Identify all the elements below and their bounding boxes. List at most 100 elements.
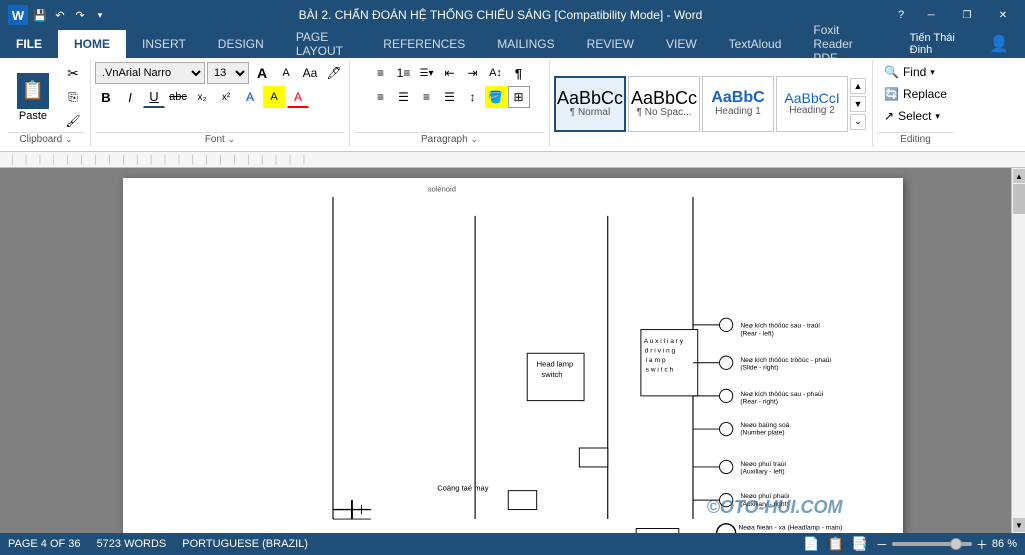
strikethrough-button[interactable]: abc: [167, 86, 189, 108]
tab-insert[interactable]: INSERT: [126, 30, 202, 58]
format-painter-button[interactable]: 🖌: [62, 110, 84, 132]
style-no-spacing[interactable]: AaBbCc ¶ No Spac...: [628, 76, 700, 132]
zoom-out-icon[interactable]: －: [876, 536, 888, 553]
borders-button[interactable]: ⊞: [508, 86, 530, 108]
font-size-select[interactable]: 13: [207, 62, 249, 84]
zoom-in-icon[interactable]: ＋: [976, 536, 988, 553]
copy-button[interactable]: ⎘: [62, 86, 84, 108]
style-heading1[interactable]: AaBbC Heading 1: [702, 76, 774, 132]
justify-button[interactable]: ☰: [439, 86, 461, 108]
svg-text:Coäng taé may: Coäng taé may: [437, 484, 489, 493]
editing-group: 🔍 Find ▾ 🔄 Replace ↗ Select ▾ Editing: [873, 60, 958, 147]
shading-button[interactable]: 🪣: [485, 86, 507, 108]
scroll-down-button[interactable]: ▼: [1013, 518, 1025, 532]
numbering-button[interactable]: 1≡: [393, 62, 415, 84]
styles-expand[interactable]: ⌄: [850, 114, 866, 130]
save-icon[interactable]: 💾: [32, 7, 48, 23]
tab-mailings[interactable]: MAILINGS: [481, 30, 570, 58]
tab-page-layout[interactable]: PAGE LAYOUT: [280, 30, 367, 58]
decrease-indent-button[interactable]: ⇤: [439, 62, 461, 84]
circuit-diagram: solenoid Head lamp switch A u x i l i a …: [123, 178, 903, 533]
user-avatar: 👤: [973, 30, 1025, 58]
restore-button[interactable]: ❐: [953, 6, 981, 24]
text-highlight-button[interactable]: A: [263, 86, 285, 108]
scroll-up-button[interactable]: ▲: [1013, 169, 1025, 183]
style-no-spacing-label: ¶ No Spac...: [637, 107, 692, 118]
tab-foxit[interactable]: Foxit Reader PDF: [797, 30, 893, 58]
view-read-icon[interactable]: 📑: [852, 536, 868, 552]
styles-scroll-up[interactable]: ▲: [850, 78, 866, 94]
grow-font-button[interactable]: A: [251, 62, 273, 84]
align-left-button[interactable]: ≡: [370, 86, 392, 108]
style-heading2[interactable]: AaBbCcI Heading 2: [776, 76, 848, 132]
undo-icon[interactable]: ↶: [52, 7, 68, 23]
tab-file[interactable]: FILE: [0, 30, 58, 58]
svg-text:(Rear - right): (Rear - right): [740, 398, 778, 405]
sort-button[interactable]: A↕: [485, 62, 507, 84]
svg-text:Neø kích thöôùc sau - traùi: Neø kích thöôùc sau - traùi: [740, 323, 820, 330]
svg-text:Neøo phuï traùi: Neøo phuï traùi: [740, 461, 786, 468]
change-case-button[interactable]: Aa: [299, 62, 321, 84]
font-color-button[interactable]: A: [287, 86, 309, 108]
tab-view[interactable]: VIEW: [650, 30, 713, 58]
tab-textaloud[interactable]: TextAloud: [713, 30, 798, 58]
help-icon[interactable]: ?: [893, 7, 909, 23]
show-formatting-button[interactable]: ¶: [508, 62, 530, 84]
find-button[interactable]: 🔍 Find ▾: [877, 62, 942, 82]
language: PORTUGUESE (BRAZIL): [182, 538, 308, 550]
style-heading2-label: Heading 2: [789, 105, 835, 116]
tab-references[interactable]: REFERENCES: [367, 30, 481, 58]
styles-scroll-down[interactable]: ▼: [850, 96, 866, 112]
cut-button[interactable]: ✂: [62, 62, 84, 84]
style-heading2-preview: AaBbCcI: [784, 91, 839, 105]
text-effects-button[interactable]: A: [239, 86, 261, 108]
bullets-button[interactable]: ≡: [370, 62, 392, 84]
clear-format-button[interactable]: 🖊: [323, 62, 345, 84]
minimize-button[interactable]: ─: [917, 6, 945, 24]
customize-icon[interactable]: ▾: [92, 7, 108, 23]
quick-access-toolbar: W 💾 ↶ ↷ ▾: [8, 5, 108, 25]
tab-home[interactable]: HOME: [58, 30, 126, 58]
svg-text:d r i v i n g: d r i v i n g: [644, 347, 675, 354]
zoom-slider[interactable]: [892, 542, 972, 546]
paste-button[interactable]: 📋 Paste: [8, 68, 58, 126]
svg-text:(Rear - left): (Rear - left): [740, 330, 774, 337]
tab-review[interactable]: REVIEW: [571, 30, 650, 58]
font-name-select[interactable]: .VnArial Narro: [95, 62, 205, 84]
vertical-scrollbar[interactable]: ▲ ▼: [1011, 168, 1025, 533]
select-button[interactable]: ↗ Select ▾: [877, 106, 947, 126]
increase-indent-button[interactable]: ⇥: [462, 62, 484, 84]
line-spacing-button[interactable]: ↕: [462, 86, 484, 108]
svg-text:Neøo baûng soá: Neøo baûng soá: [740, 422, 789, 429]
underline-button[interactable]: U: [143, 86, 165, 108]
close-button[interactable]: ✕: [989, 6, 1017, 24]
zoom-level: 86 %: [992, 538, 1017, 550]
italic-button[interactable]: I: [119, 86, 141, 108]
select-label: Select: [898, 109, 931, 123]
paste-icon: 📋: [17, 73, 49, 109]
window-controls: ? ─ ❐ ✕: [893, 6, 1017, 24]
page-count: PAGE 4 OF 36: [8, 538, 81, 550]
word-icon: W: [8, 5, 28, 25]
align-right-button[interactable]: ≡: [416, 86, 438, 108]
view-print-icon[interactable]: 📄: [803, 536, 819, 552]
style-normal[interactable]: AaBbCc ¶ Normal: [554, 76, 626, 132]
scroll-thumb[interactable]: [1013, 184, 1025, 214]
replace-label: Replace: [903, 87, 947, 101]
tab-design[interactable]: DESIGN: [202, 30, 280, 58]
bold-button[interactable]: B: [95, 86, 117, 108]
paragraph-group-label: Paragraph ⌄: [354, 132, 545, 145]
paste-label: Paste: [19, 110, 47, 122]
find-dropdown[interactable]: ▾: [930, 67, 935, 78]
subscript-button[interactable]: x₂: [191, 86, 213, 108]
superscript-button[interactable]: x²: [215, 86, 237, 108]
redo-icon[interactable]: ↷: [72, 7, 88, 23]
multilevel-list-button[interactable]: ☰▾: [416, 62, 438, 84]
select-dropdown[interactable]: ▾: [935, 111, 940, 122]
view-web-icon[interactable]: 📋: [828, 536, 844, 552]
align-center-button[interactable]: ☰: [393, 86, 415, 108]
replace-button[interactable]: 🔄 Replace: [877, 84, 954, 104]
shrink-font-button[interactable]: A: [275, 62, 297, 84]
zoom-bar[interactable]: － ＋ 86 %: [876, 536, 1017, 553]
word-count: 5723 WORDS: [97, 538, 167, 550]
